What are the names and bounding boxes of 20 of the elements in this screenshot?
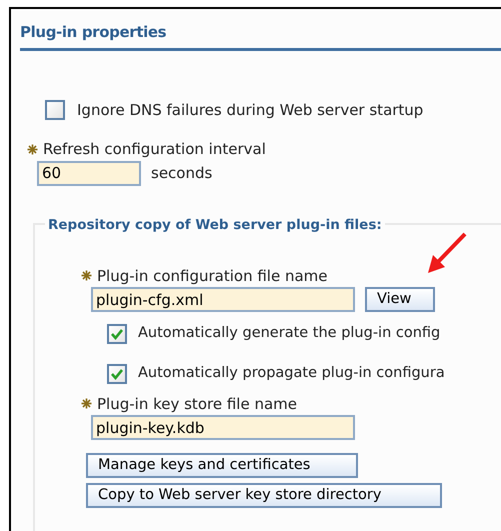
checkbox-label: Automatically generate the plug-in config	[138, 324, 440, 343]
checkbox-label: Automatically propagate plug-in configura	[138, 364, 445, 383]
checkbox[interactable]	[107, 364, 127, 384]
checkmark-icon	[110, 368, 124, 380]
field-label: Plug-in key store file name	[97, 394, 297, 414]
checkbox-label: Ignore DNS failures during Web server startup	[77, 100, 424, 120]
checkbox[interactable]	[107, 324, 127, 344]
section-title: Plug-in properties	[20, 21, 501, 50]
arrow-annotation	[425, 231, 469, 275]
field-label: Plug-in configuration file name	[97, 266, 328, 286]
text-field[interactable]: 60	[37, 160, 141, 186]
button[interactable]: Manage keys and certificates	[86, 453, 358, 478]
checkbox[interactable]	[45, 100, 65, 120]
field-label: Refresh configuration interval	[43, 139, 266, 160]
button[interactable]: Copy to Web server key store directory	[86, 483, 442, 508]
text-field[interactable]: plugin-key.kdb	[91, 415, 355, 440]
checkmark-icon	[110, 328, 124, 340]
button[interactable]: View	[365, 287, 435, 312]
unit-label: seconds	[151, 162, 212, 184]
text-field[interactable]: plugin-cfg.xml	[91, 287, 355, 312]
